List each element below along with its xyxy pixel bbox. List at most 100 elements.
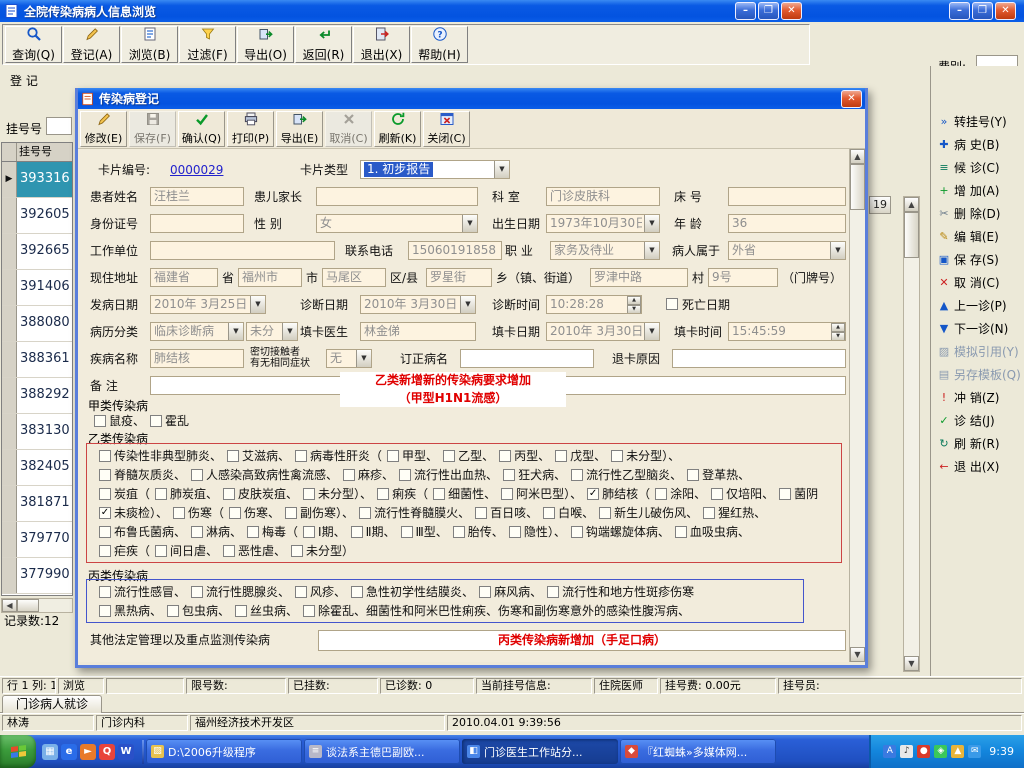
belong-select[interactable]: 外省 ▼ bbox=[728, 241, 846, 260]
chevron-down-icon[interactable]: ▼ bbox=[644, 215, 659, 232]
vscroll-track[interactable] bbox=[850, 210, 865, 647]
messenger-icon[interactable]: ✉ bbox=[968, 745, 982, 758]
taskbar-task-button[interactable]: ◆ 『红蜘蛛»多媒体网... bbox=[620, 739, 776, 764]
fill-time-field[interactable]: 15:45:59 ▲ ▼ bbox=[728, 322, 846, 341]
disease-checkbox[interactable] bbox=[555, 449, 568, 462]
card-no-link[interactable]: 0000029 bbox=[170, 163, 223, 177]
id-field[interactable] bbox=[150, 214, 244, 233]
side-template-quote-button[interactable]: ▨ 模拟引用(Y) bbox=[934, 340, 1021, 363]
disease-checkbox[interactable] bbox=[508, 525, 521, 538]
toolbar-register-button[interactable]: 登记(A) bbox=[63, 26, 120, 63]
grid-row[interactable]: 388292 bbox=[2, 378, 72, 414]
dialog-confirm-button[interactable]: 确认(Q) bbox=[178, 110, 225, 147]
chevron-down-icon[interactable]: ▼ bbox=[356, 350, 371, 367]
chevron-down-icon[interactable]: ▼ bbox=[644, 323, 659, 340]
disease-checkbox[interactable] bbox=[191, 468, 204, 481]
disease-checkbox[interactable] bbox=[399, 468, 412, 481]
chevron-down-icon[interactable]: ▼ bbox=[830, 242, 845, 259]
disease-checkbox[interactable] bbox=[475, 506, 488, 519]
diag-date-field[interactable]: 2010年 3月30日 ▼ bbox=[360, 295, 476, 314]
disease-checkbox[interactable] bbox=[99, 449, 111, 462]
media-player-icon[interactable]: ► bbox=[80, 743, 96, 760]
card-type-select[interactable]: 1. 初步报告 ▼ bbox=[360, 160, 510, 179]
disease-checkbox[interactable] bbox=[303, 525, 316, 538]
phone-field[interactable]: 15060191858 bbox=[408, 241, 502, 260]
disease-checkbox[interactable] bbox=[570, 525, 583, 538]
maximize-button[interactable]: ❐ bbox=[972, 2, 993, 20]
case-subclass-select[interactable]: 未分 ▼ bbox=[246, 322, 298, 341]
disease-checkbox[interactable] bbox=[452, 525, 465, 538]
fill-date-field[interactable]: 2010年 3月30日 ▼ bbox=[546, 322, 660, 341]
disease-checkbox[interactable] bbox=[291, 544, 304, 557]
toolbar-back-button[interactable]: 返回(R) bbox=[295, 26, 352, 63]
disease-name-field[interactable]: 肺结核 bbox=[150, 349, 244, 368]
disease-checkbox[interactable] bbox=[543, 506, 556, 519]
side-history-button[interactable]: ✚ 病 史(B) bbox=[934, 133, 1021, 156]
birth-date-field[interactable]: 1973年10月30日 ▼ bbox=[546, 214, 660, 233]
disease-checkbox[interactable] bbox=[711, 487, 724, 500]
toolbar-exit-button[interactable]: 退出(X) bbox=[353, 26, 410, 63]
disease-checkbox[interactable] bbox=[285, 506, 298, 519]
child-minimize-button[interactable]: – bbox=[735, 2, 756, 20]
side-void-button[interactable]: ! 冲 销(Z) bbox=[934, 386, 1021, 409]
register-tab-label[interactable]: 登 记 bbox=[10, 72, 38, 89]
grid-row[interactable]: 379770 bbox=[2, 522, 72, 558]
disease-checkbox[interactable]: ✓ bbox=[99, 506, 111, 519]
toolbar-filter-button[interactable]: 过滤(F) bbox=[179, 26, 236, 63]
grid-row[interactable]: 383130 bbox=[2, 414, 72, 450]
disease-checkbox[interactable] bbox=[155, 544, 168, 557]
hscroll-thumb[interactable] bbox=[17, 599, 39, 612]
dialog-vscrollbar[interactable]: ▲ ▼ bbox=[849, 149, 865, 662]
disease-checkbox[interactable] bbox=[99, 468, 111, 481]
network-icon[interactable]: ◈ bbox=[934, 745, 948, 758]
side-save-button[interactable]: ▣ 保 存(S) bbox=[934, 248, 1021, 271]
work-field[interactable] bbox=[150, 241, 335, 260]
calendar-day-button[interactable]: 19 bbox=[869, 196, 891, 214]
city-field[interactable]: 福州市 bbox=[238, 268, 302, 287]
vscroll-thumb[interactable] bbox=[850, 164, 865, 210]
toolbar-browse-button[interactable]: 浏览(B) bbox=[121, 26, 178, 63]
district-field[interactable]: 马尾区 bbox=[322, 268, 386, 287]
disease-checkbox[interactable] bbox=[167, 604, 180, 617]
dialog-refresh-button[interactable]: 刷新(K) bbox=[374, 110, 421, 147]
disease-checkbox[interactable] bbox=[547, 585, 560, 598]
chevron-down-icon[interactable]: ▼ bbox=[462, 215, 477, 232]
start-button[interactable] bbox=[0, 735, 36, 768]
scroll-left-icon[interactable]: ◀ bbox=[2, 599, 17, 612]
disease-checkbox[interactable] bbox=[235, 604, 248, 617]
disease-checkbox[interactable] bbox=[501, 487, 514, 500]
disease-checkbox[interactable] bbox=[350, 525, 363, 538]
disease-checkbox[interactable] bbox=[99, 544, 111, 557]
case-class-select[interactable]: 临床诊断病 ▼ bbox=[150, 322, 244, 341]
grid-hscrollbar[interactable]: ◀ bbox=[1, 598, 73, 613]
disease-checkbox[interactable] bbox=[173, 506, 186, 519]
grid-row[interactable]: ▶ 393316 bbox=[2, 162, 72, 198]
side-next-visit-button[interactable]: ▼ 下一诊(N) bbox=[934, 317, 1021, 340]
disease-checkbox[interactable] bbox=[295, 585, 308, 598]
patient-name-field[interactable]: 汪桂兰 bbox=[150, 187, 244, 206]
word-icon[interactable]: W bbox=[118, 743, 134, 760]
side-add-button[interactable]: + 增 加(A) bbox=[934, 179, 1021, 202]
road-field[interactable]: 罗津中路 bbox=[590, 268, 688, 287]
side-edit-button[interactable]: ✎ 编 辑(E) bbox=[934, 225, 1021, 248]
diag-time-field[interactable]: 10:28:28 ▲ ▼ bbox=[546, 295, 642, 314]
other-diseases-field[interactable]: 丙类传染病新增加（手足口病） bbox=[318, 630, 846, 651]
grid-row[interactable]: 392605 bbox=[2, 198, 72, 234]
scroll-down-icon[interactable]: ▼ bbox=[904, 656, 919, 671]
chevron-down-icon[interactable]: ▼ bbox=[228, 323, 243, 340]
grid-row[interactable]: 377990 bbox=[2, 558, 72, 594]
chevron-down-icon[interactable]: ▼ bbox=[460, 296, 475, 313]
disease-checkbox[interactable] bbox=[377, 487, 390, 500]
disease-checkbox[interactable] bbox=[295, 449, 308, 462]
grid-column-header[interactable]: 挂号号 bbox=[17, 143, 72, 161]
house-field[interactable]: 9号 bbox=[708, 268, 778, 287]
grid-row[interactable]: 392665 bbox=[2, 234, 72, 270]
dept-field[interactable]: 门诊皮肤科 bbox=[546, 187, 660, 206]
disease-checkbox[interactable] bbox=[94, 414, 106, 427]
dialog-print-button[interactable]: 打印(P) bbox=[227, 110, 274, 147]
vscroll-track[interactable] bbox=[904, 258, 919, 656]
disease-checkbox[interactable] bbox=[303, 604, 316, 617]
disease-checkbox[interactable] bbox=[571, 468, 584, 481]
taskbar-task-button[interactable]: ≡ 谈法系主德巴副欧... bbox=[304, 739, 460, 764]
disease-checkbox[interactable] bbox=[433, 487, 446, 500]
